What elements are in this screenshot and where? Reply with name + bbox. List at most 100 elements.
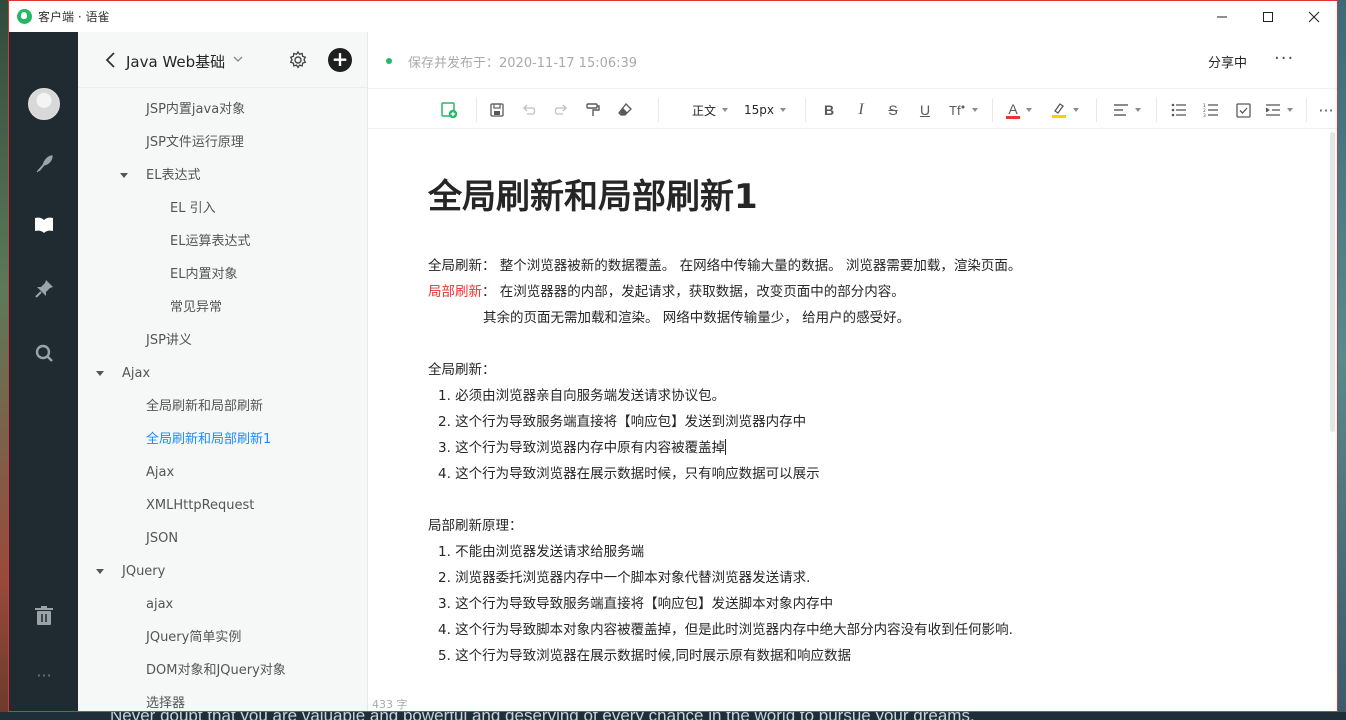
- save-status-text: 保存并发布于：2020-11-17 15:06:39: [408, 56, 638, 71]
- sidebar-item[interactable]: EL运算表达式: [78, 225, 367, 258]
- dropdown-caret-icon: [1287, 108, 1293, 112]
- avatar[interactable]: [28, 88, 60, 120]
- feather-icon[interactable]: [31, 151, 57, 177]
- undo-icon[interactable]: [518, 99, 540, 121]
- maximize-button[interactable]: [1245, 1, 1291, 32]
- align-menu[interactable]: [1110, 99, 1144, 121]
- sidebar-item[interactable]: JSP文件运行原理: [78, 126, 367, 159]
- doc-tree: JSP内置java对象 JSP文件运行原理 EL表达式 EL 引入 EL运算表达式 EL内…: [78, 93, 367, 711]
- dropdown-caret-icon: [1073, 108, 1079, 112]
- window-controls: [1199, 1, 1337, 32]
- font-size-select[interactable]: 15px: [740, 99, 790, 121]
- minimize-icon: [1217, 16, 1227, 17]
- list-item[interactable]: 3. 这个行为导致导致服务端直接将【响应包】发送脚本对象内存中: [438, 592, 833, 612]
- save-icon[interactable]: [486, 99, 508, 121]
- svg-text:3: 3: [1203, 113, 1206, 117]
- expand-caret-icon[interactable]: [96, 371, 104, 376]
- indent-menu[interactable]: [1262, 99, 1296, 121]
- sidebar-item[interactable]: JQuery: [78, 555, 367, 588]
- partial-refresh-heading[interactable]: 局部刷新原理：: [428, 514, 523, 534]
- bold-button[interactable]: B: [818, 99, 840, 121]
- paragraph-partial-refresh[interactable]: 局部刷新： 在浏览器器的内部，发起请求，获取数据，改变页面中的部分内容。: [428, 280, 905, 300]
- insert-card-icon[interactable]: [438, 99, 460, 121]
- word-count: 433 字: [372, 698, 408, 711]
- italic-button[interactable]: I: [850, 99, 872, 121]
- sidebar-item[interactable]: EL 引入: [78, 192, 367, 225]
- doc-title[interactable]: 全局刷新和局部刷新1: [428, 169, 758, 218]
- share-button[interactable]: 分享中: [1208, 52, 1247, 71]
- desktop-background-right: [1338, 0, 1346, 720]
- task-list-icon[interactable]: [1232, 99, 1254, 121]
- yuque-logo-icon: [17, 9, 32, 24]
- sidebar-item[interactable]: DOM对象和JQuery对象: [78, 654, 367, 687]
- clear-format-icon[interactable]: [614, 99, 636, 121]
- list-item-text: 4. 这个行为导致脚本对象内容被覆盖掉，但是此时浏览器内存中绝大部分内容没有收到…: [438, 622, 1013, 638]
- toolbar-divider: [1306, 98, 1307, 122]
- pin-icon[interactable]: [31, 276, 57, 302]
- sidebar-item[interactable]: 常见异常: [78, 291, 367, 324]
- highlight-color-button[interactable]: [1048, 99, 1082, 121]
- sidebar-item-label: JSON: [146, 531, 179, 546]
- sidebar-item[interactable]: JQuery简单实例: [78, 621, 367, 654]
- list-item[interactable]: 5. 这个行为导致浏览器在展示数据时候,同时展示原有数据和响应数据: [438, 644, 851, 664]
- sidebar-item[interactable]: EL内置对象: [78, 258, 367, 291]
- text-color-button[interactable]: A: [1002, 99, 1036, 121]
- ordered-list-icon[interactable]: 123: [1200, 99, 1222, 121]
- more-menu-button[interactable]: ···: [1274, 48, 1294, 69]
- sidebar-header: Java Web基础 +: [78, 32, 367, 88]
- book-icon[interactable]: [31, 212, 57, 238]
- sidebar-item[interactable]: 选择器: [78, 687, 367, 711]
- toolbar-divider: [1156, 98, 1157, 122]
- list-item-text: 2. 浏览器委托浏览器内存中一个脚本对象代替浏览器发送请求.: [438, 570, 811, 586]
- sidebar-item[interactable]: EL表达式: [78, 159, 367, 192]
- sidebar-item[interactable]: ajax: [78, 588, 367, 621]
- list-item[interactable]: 4. 这个行为导致浏览器在展示数据时候，只有响应数据可以展示: [438, 462, 820, 482]
- toolbar-divider: [658, 98, 659, 122]
- list-item[interactable]: 2. 浏览器委托浏览器内存中一个脚本对象代替浏览器发送请求.: [438, 566, 810, 586]
- document-body[interactable]: 全局刷新和局部刷新1 全局刷新： 整个浏览器被新的数据覆盖。 在网络中传输大量的…: [368, 129, 1329, 699]
- paragraph-other-pages[interactable]: 其余的页面无需加载和渲染。 网络中数据传输量少， 给用户的感受好。: [483, 306, 910, 326]
- expand-caret-icon[interactable]: [120, 173, 128, 178]
- toolbar-more-button[interactable]: ···: [1316, 99, 1336, 121]
- chevron-down-icon[interactable]: [232, 53, 244, 65]
- sidebar-item[interactable]: Ajax: [78, 357, 367, 390]
- underline-button[interactable]: U: [914, 99, 936, 121]
- search-icon[interactable]: [31, 340, 57, 366]
- text-color-icon: A: [1006, 101, 1020, 119]
- strikethrough-button[interactable]: S: [882, 99, 904, 121]
- global-refresh-heading[interactable]: 全局刷新：: [428, 358, 496, 378]
- sidebar-item[interactable]: 全局刷新和局部刷新: [78, 390, 367, 423]
- align-left-icon: [1114, 104, 1128, 116]
- list-item[interactable]: 2. 这个行为导致服务端直接将【响应包】发送到浏览器内存中: [438, 410, 806, 430]
- trash-icon[interactable]: [31, 603, 57, 629]
- back-chevron-icon[interactable]: [104, 50, 118, 70]
- sidebar-item[interactable]: 全局刷新和局部刷新1: [78, 423, 367, 456]
- sidebar-item[interactable]: JSP讲义: [78, 324, 367, 357]
- format-painter-icon[interactable]: [582, 99, 604, 121]
- list-item[interactable]: 3. 这个行为导致浏览器内存中原有内容被覆盖掉: [438, 436, 727, 456]
- sidebar-item[interactable]: JSP内置java对象: [78, 93, 367, 126]
- redo-icon[interactable]: [550, 99, 572, 121]
- paragraph-style-select[interactable]: 正文: [680, 99, 740, 121]
- list-item[interactable]: 1. 必须由浏览器亲自向服务端发送请求协议包。: [438, 384, 725, 404]
- list-item-text: 1. 必须由浏览器亲自向服务端发送请求协议包。: [438, 388, 726, 404]
- sidebar-item[interactable]: XMLHttpRequest: [78, 489, 367, 522]
- sidebar-item[interactable]: Ajax: [78, 456, 367, 489]
- editor-scrollbar[interactable]: [1330, 132, 1335, 432]
- gear-icon[interactable]: [288, 50, 308, 70]
- sidebar-item-label: JQuery简单实例: [146, 630, 242, 645]
- format-toolbar: 正文 15px B I S U Tf A 1 2 3 ···: [368, 90, 1337, 129]
- minimize-button[interactable]: [1199, 1, 1245, 32]
- book-title[interactable]: Java Web基础: [126, 51, 225, 72]
- add-doc-button[interactable]: +: [328, 48, 352, 72]
- more-icon[interactable]: ···: [31, 662, 57, 688]
- paragraph-global-refresh[interactable]: 全局刷新： 整个浏览器被新的数据覆盖。 在网络中传输大量的数据。 浏览器需要加载…: [428, 254, 1021, 274]
- expand-caret-icon[interactable]: [96, 569, 104, 574]
- bullet-list-icon[interactable]: [1168, 99, 1190, 121]
- close-button[interactable]: [1291, 1, 1337, 32]
- list-item[interactable]: 4. 这个行为导致脚本对象内容被覆盖掉，但是此时浏览器内存中绝大部分内容没有收到…: [438, 618, 1013, 638]
- superscript-menu[interactable]: Tf: [946, 99, 980, 121]
- list-item[interactable]: 1. 不能由浏览器发送请求给服务端: [438, 540, 644, 560]
- sidebar-item[interactable]: JSON: [78, 522, 367, 555]
- maximize-icon: [1263, 11, 1273, 22]
